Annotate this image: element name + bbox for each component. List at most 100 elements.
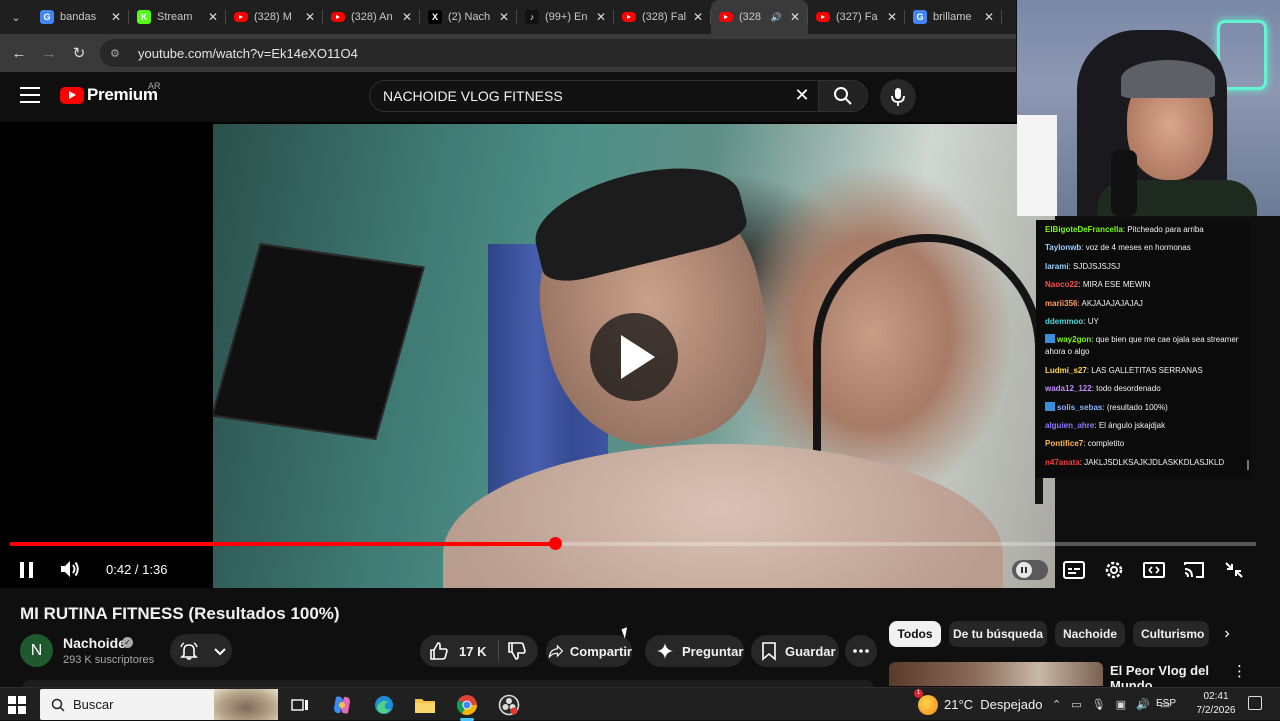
task-view-icon[interactable] xyxy=(287,692,313,718)
recommended-video-thumbnail[interactable] xyxy=(889,662,1103,686)
verified-check-icon: ✓ xyxy=(122,637,133,648)
video-title: MI RUTINA FITNESS (Resultados 100%) xyxy=(20,604,340,623)
more-actions-button[interactable] xyxy=(845,635,877,667)
share-button[interactable]: Compartir xyxy=(546,635,632,667)
system-clock[interactable]: 02:41 7/2/2026 xyxy=(1188,690,1244,718)
tab-audio-icon[interactable]: 🔊 xyxy=(771,12,782,23)
back-arrow-icon[interactable]: ← xyxy=(4,38,34,68)
close-tab-icon[interactable]: ✕ xyxy=(109,10,123,24)
speaker-icon[interactable]: 🔊 xyxy=(1136,698,1150,711)
theater-mode-icon[interactable] xyxy=(1142,559,1166,581)
chat-text: JAKLJSDLKSAJKJDLASKKDLASJKLD xyxy=(1084,457,1225,467)
ask-button[interactable]: Preguntar xyxy=(645,635,744,667)
browser-tab[interactable]: (328 🔊 ✕ xyxy=(711,0,808,34)
big-play-button[interactable] xyxy=(590,313,678,401)
chip-de-tu-busqueda[interactable]: De tu búsqueda xyxy=(949,621,1047,647)
settings-gear-icon[interactable] xyxy=(1102,559,1126,581)
close-tab-icon[interactable]: ✕ xyxy=(594,10,608,24)
chat-username: n47anata xyxy=(1045,457,1080,467)
fullscreen-exit-icon[interactable] xyxy=(1222,559,1246,581)
weather-widget[interactable]: 1 21°C Despejado xyxy=(914,688,1042,721)
autoplay-toggle[interactable] xyxy=(1012,560,1048,580)
chrome-taskbar-icon[interactable] xyxy=(454,692,480,721)
pause-button[interactable] xyxy=(14,558,40,582)
browser-tab[interactable]: Gbandas ✕ xyxy=(32,0,129,34)
obs-studio-icon[interactable] xyxy=(496,692,522,718)
menu-icon[interactable] xyxy=(20,87,40,105)
chip-todos[interactable]: Todos xyxy=(889,621,941,647)
google-icon: G xyxy=(40,10,54,24)
chat-username: alguien_ahre xyxy=(1045,420,1095,430)
browser-tab[interactable]: ♪ (99+) En ✕ xyxy=(517,0,614,34)
more-vertical-icon[interactable]: ⋮ xyxy=(1232,662,1247,682)
tray-app-icon[interactable]: ▭ xyxy=(1071,698,1081,711)
browser-tab[interactable]: K Stream ✕ xyxy=(129,0,226,34)
tab-search-chevron-icon[interactable]: ⌄ xyxy=(0,0,32,34)
share-label: Compartir xyxy=(569,643,632,659)
search-icon xyxy=(834,87,852,105)
close-tab-icon[interactable]: ✕ xyxy=(788,10,802,24)
edge-browser-icon[interactable] xyxy=(371,692,397,718)
search-icon xyxy=(51,698,65,712)
close-tab-icon[interactable]: ✕ xyxy=(206,10,220,24)
search-input[interactable]: NACHOIDE VLOG FITNESS xyxy=(369,80,819,112)
close-tab-icon[interactable]: ✕ xyxy=(885,10,899,24)
chevron-right-icon[interactable]: › xyxy=(1214,621,1240,647)
browser-tab[interactable]: (328) An ✕ xyxy=(323,0,420,34)
tab-title: (328) M xyxy=(254,11,292,23)
browser-tab[interactable]: (327) Fa ✕ xyxy=(808,0,905,34)
browser-tab[interactable]: (328) Fal ✕ xyxy=(614,0,711,34)
youtube-premium-logo[interactable]: Premium AR xyxy=(60,81,161,105)
input-language[interactable]: ESP xyxy=(1156,698,1176,709)
close-tab-icon[interactable]: ✕ xyxy=(497,10,511,24)
channel-avatar[interactable]: N xyxy=(20,634,53,667)
ask-label: Preguntar xyxy=(682,643,744,659)
thumbs-down-icon[interactable] xyxy=(507,641,527,661)
browser-tab[interactable]: Gbrillame ✕ xyxy=(905,0,1002,34)
autoplay-pause-icon xyxy=(1016,562,1032,578)
chat-message: Pontifice7: completito xyxy=(1045,439,1125,449)
chip-culturismo[interactable]: Culturismo xyxy=(1133,621,1209,647)
tab-title: (328) Fal xyxy=(642,11,687,23)
close-tab-icon[interactable]: ✕ xyxy=(400,10,414,24)
browser-toolbar: ← → ↻ ⚙ youtube.com/watch?v=Ek14eXO11O4 xyxy=(0,34,1016,72)
reload-icon[interactable]: ↻ xyxy=(64,38,94,68)
clear-search-icon[interactable]: ✕ xyxy=(792,85,812,105)
cast-icon[interactable] xyxy=(1182,559,1206,581)
chat-scrollbar[interactable] xyxy=(1247,460,1249,470)
microphone-tray-icon[interactable]: 🎙 xyxy=(1092,698,1106,711)
chip-nachoide[interactable]: Nachoide xyxy=(1055,621,1125,647)
browser-tab[interactable]: (328) M ✕ xyxy=(226,0,323,34)
browser-tab[interactable]: X (2) Nach ✕ xyxy=(420,0,517,34)
volume-button[interactable] xyxy=(58,558,84,582)
tab-title: bandas xyxy=(60,11,97,23)
close-tab-icon[interactable]: ✕ xyxy=(982,10,996,24)
chat-text: SJDJSJSJSJ xyxy=(1073,261,1121,271)
progress-bar[interactable] xyxy=(10,537,1256,550)
address-bar[interactable]: ⚙ youtube.com/watch?v=Ek14eXO11O4 xyxy=(100,39,1016,67)
channel-name[interactable]: Nachoide xyxy=(63,635,126,651)
windows-start-icon[interactable] xyxy=(8,696,26,714)
close-tab-icon[interactable]: ✕ xyxy=(303,10,317,24)
network-icon[interactable]: ▣ xyxy=(1116,698,1126,711)
like-button[interactable]: 17 K xyxy=(429,641,486,661)
chat-message: marii356: AKJAJAJAJAJAJ xyxy=(1045,298,1143,308)
notifications-button[interactable] xyxy=(170,634,232,667)
voice-search-button[interactable] xyxy=(880,79,916,115)
site-info-icon[interactable]: ⚙ xyxy=(110,47,124,60)
notification-center-icon[interactable] xyxy=(1248,696,1262,710)
copilot-icon[interactable] xyxy=(329,692,355,718)
youtube-icon xyxy=(719,12,733,22)
chat-username: Pontifice7 xyxy=(1045,439,1084,449)
subtitles-icon[interactable] xyxy=(1062,559,1086,581)
chevron-up-icon[interactable]: ⌃ xyxy=(1052,698,1061,711)
close-tab-icon[interactable]: ✕ xyxy=(691,10,705,24)
search-button[interactable] xyxy=(818,80,868,112)
taskbar-search-box[interactable]: Buscar xyxy=(40,689,278,720)
chat-text: El ángulo jskajdjak xyxy=(1098,420,1166,430)
recommended-video-title[interactable]: El Peor Vlog del Mundo xyxy=(1110,663,1225,687)
forward-arrow-icon[interactable]: → xyxy=(34,38,64,68)
save-button[interactable]: Guardar xyxy=(751,635,839,667)
file-explorer-icon[interactable] xyxy=(412,692,438,718)
chat-text: completito xyxy=(1087,439,1125,449)
